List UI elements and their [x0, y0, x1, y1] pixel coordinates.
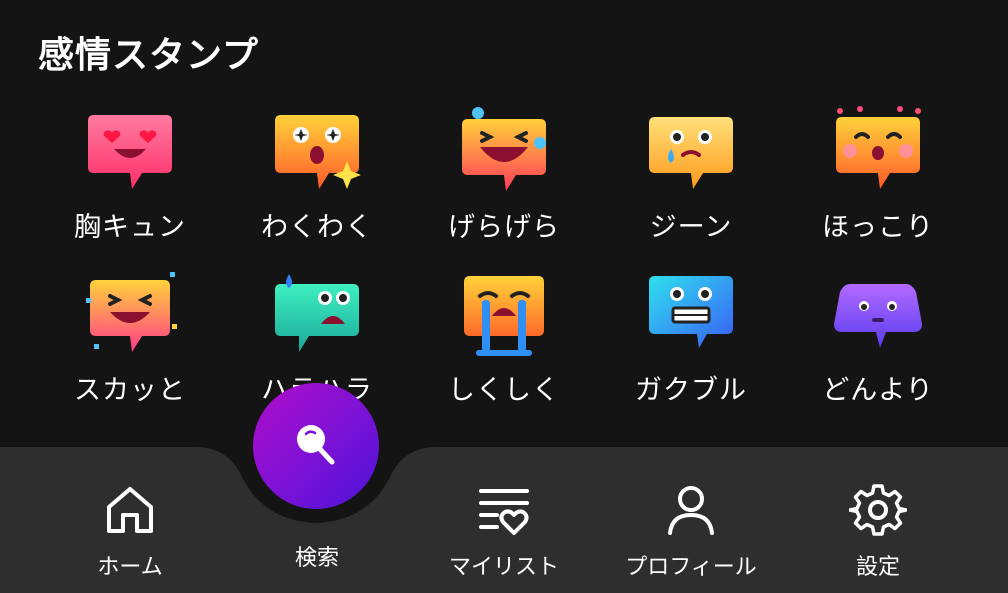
stamp-label: ジーン: [649, 212, 733, 243]
refreshed-confetti-bubble-icon: [86, 272, 177, 352]
search-button[interactable]: [253, 383, 379, 509]
warm-blush-bubble-icon: [836, 106, 921, 189]
nav-profile-label: プロフィール: [625, 555, 757, 580]
stamp-mune-kyun[interactable]: 胸キュン: [40, 105, 220, 255]
crying-bubble-icon: [464, 276, 544, 356]
stamp-label: どんより: [822, 375, 934, 406]
stamp-label: ガクブル: [635, 375, 747, 406]
nervous-sweat-bubble-icon: [275, 274, 359, 352]
heart-list-icon: [479, 489, 529, 535]
user-icon: [668, 486, 714, 535]
stamp-gakuburu[interactable]: ガクブル: [601, 268, 781, 418]
stamp-label: スカッと: [74, 375, 186, 406]
nav-mylist[interactable]: マイリスト: [414, 481, 594, 589]
nav-home[interactable]: ホーム: [40, 481, 220, 589]
nav-search-label: 検索: [294, 546, 339, 571]
stamp-jiin[interactable]: ジーン: [601, 105, 781, 255]
home-icon: [107, 487, 153, 533]
nav-settings-label: 設定: [855, 555, 900, 580]
search-icon: [297, 425, 335, 465]
stamp-donyori[interactable]: どんより: [788, 268, 968, 418]
stamp-geragera[interactable]: げらげら: [414, 105, 594, 255]
nav-home-label: ホーム: [97, 555, 163, 580]
stamp-label: 胸キュン: [74, 212, 186, 243]
stamp-label: げらげら: [448, 212, 560, 243]
stamp-shikushiku[interactable]: しくしく: [414, 268, 594, 418]
nav-mylist-label: マイリスト: [448, 555, 559, 580]
gear-icon: [849, 484, 907, 536]
stamp-label: ほっこり: [822, 212, 934, 243]
moved-tear-bubble-icon: [649, 117, 733, 189]
stamp-label: わくわく: [261, 212, 373, 243]
nav-search[interactable]: 検索: [227, 540, 407, 572]
laughing-tears-bubble-icon: [462, 107, 546, 191]
stamp-sukatto[interactable]: スカッと: [40, 268, 220, 418]
gloomy-bubble-icon: [834, 284, 922, 348]
stamp-hokkori[interactable]: ほっこり: [788, 105, 968, 255]
nav-settings[interactable]: 設定: [788, 481, 968, 589]
stamp-label: しくしく: [448, 375, 560, 406]
stamp-wakuwaku[interactable]: わくわく: [227, 105, 407, 255]
heart-eyes-bubble-icon: [88, 115, 172, 189]
nav-profile[interactable]: プロフィール: [601, 481, 781, 589]
starry-eyes-bubble-icon: [275, 115, 361, 189]
bottom-navigation-bar: ホーム マイリスト プロフィール 設定: [0, 443, 1008, 593]
shivering-bubble-icon: [649, 276, 733, 348]
emotion-stamp-grid: 胸キュン わくわく げらげら ジーン ほっこり スカッと しくしく ガクブル ど…: [0, 0, 1008, 440]
